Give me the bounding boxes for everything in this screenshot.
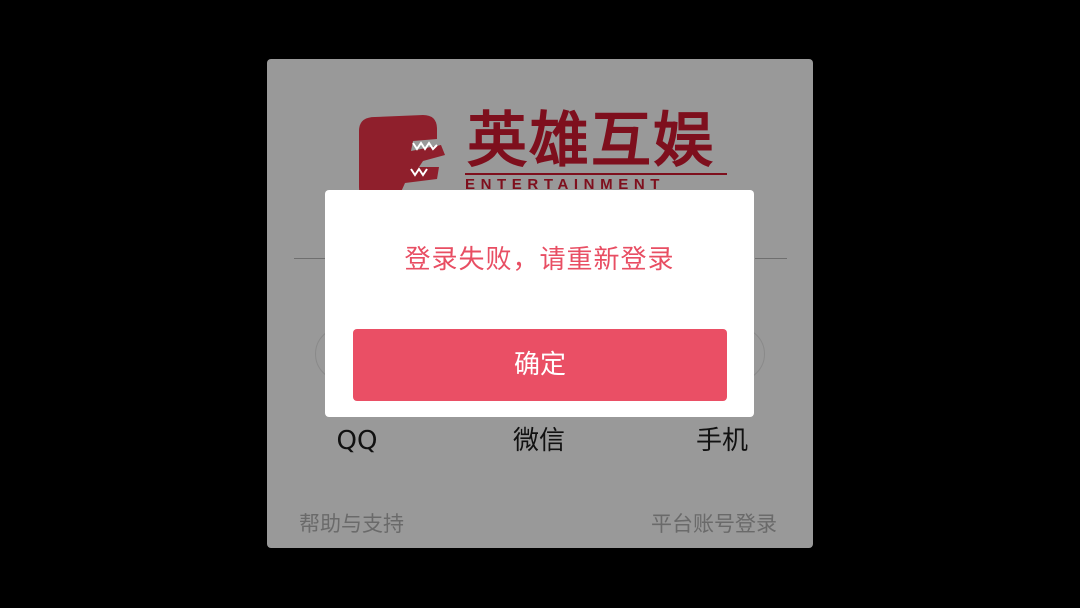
divider-right	[755, 258, 787, 259]
error-dialog: 登录失败，请重新登录 确定	[325, 190, 754, 417]
brand-name: 英雄互娱	[467, 106, 715, 176]
brand-logo: 英雄互娱 ENTERTAINMENT	[353, 101, 733, 201]
brand-divider	[465, 173, 727, 175]
platform-account-login-link[interactable]: 平台账号登录	[651, 506, 777, 542]
help-support-link[interactable]: 帮助与支持	[299, 506, 404, 542]
dialog-message: 登录失败，请重新登录	[404, 245, 675, 275]
confirm-button[interactable]: 确定	[353, 329, 727, 401]
screen: 英雄互娱 ENTERTAINMENT QQ 微信 手机 帮助与支持 平台账号登录…	[0, 0, 1080, 608]
login-option-wechat[interactable]: 微信	[479, 421, 599, 461]
login-option-phone[interactable]: 手机	[662, 421, 782, 461]
login-option-qq[interactable]: QQ	[297, 421, 417, 461]
